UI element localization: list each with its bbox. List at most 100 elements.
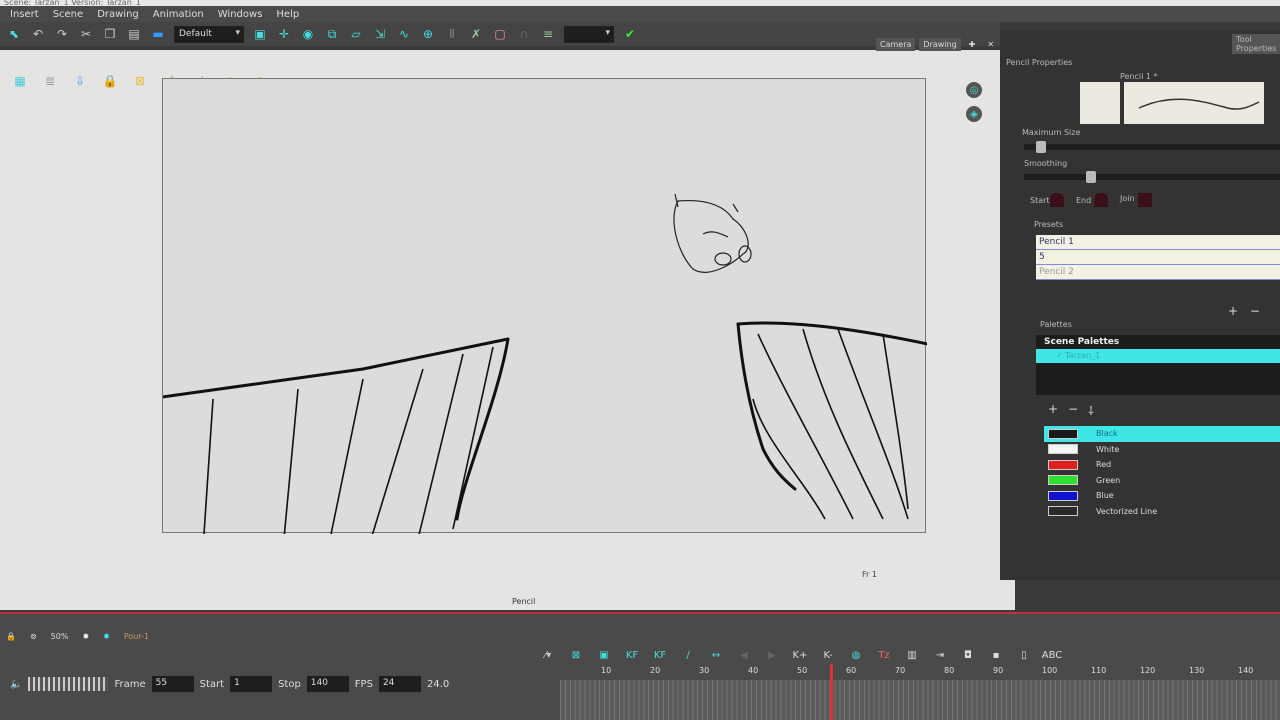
left-cliff-top xyxy=(146,337,510,401)
presets-list: Pencil 1 5 Pencil 2 xyxy=(1036,235,1280,280)
add-palette-icon[interactable]: + xyxy=(1228,304,1238,318)
fps-label: FPS xyxy=(354,678,373,690)
transform-icon[interactable]: ✛ xyxy=(276,27,292,41)
remove-palette-icon[interactable]: − xyxy=(1250,304,1260,318)
right-cliff-top xyxy=(736,321,953,351)
fps-field[interactable]: 24 xyxy=(378,676,421,692)
menu-drawing[interactable]: Drawing xyxy=(97,9,139,20)
stroke-preview xyxy=(1124,82,1264,124)
link-icon[interactable]: ∩ xyxy=(516,27,532,41)
close-view-icon[interactable]: ✕ xyxy=(983,38,998,51)
frame-label: Frame xyxy=(114,678,146,690)
remove-color-icon[interactable]: − xyxy=(1068,402,1078,419)
lock-icon[interactable]: 🔒 xyxy=(102,74,118,88)
timeline-tick-label: 90 xyxy=(993,666,1004,675)
timeline-ruler[interactable]: 10 20 30 40 50 60 70 80 90 100 110 120 130 140 xyxy=(560,640,1280,720)
preset-item[interactable]: Pencil 2 xyxy=(1036,265,1280,280)
paste-icon[interactable]: ▤ xyxy=(126,27,142,41)
menu-insert[interactable]: Insert xyxy=(10,9,39,20)
status-bar: 🔒 ⊚ 50% ✹ ✹ Pour-1 xyxy=(0,628,149,644)
undo-icon[interactable]: ↶ xyxy=(30,27,46,41)
sound-icon[interactable]: 🔈 xyxy=(10,679,22,690)
brush-name: Pencil 1 * xyxy=(1120,72,1158,81)
pivot-icon[interactable]: ⊕ xyxy=(420,27,436,41)
tab-tool-properties[interactable]: Tool Properties xyxy=(1232,34,1280,54)
tab-camera[interactable]: Camera xyxy=(876,38,916,51)
slider-knob[interactable] xyxy=(1036,141,1047,153)
color-item[interactable]: Blue xyxy=(1044,488,1280,504)
tab-drawing[interactable]: Drawing xyxy=(919,38,961,51)
stop-field[interactable]: 140 xyxy=(306,676,349,692)
smoothing-slider[interactable] xyxy=(1024,171,1280,183)
color-swatch xyxy=(1048,459,1078,470)
menu-windows[interactable]: Windows xyxy=(218,9,263,20)
add-color-icon[interactable]: + xyxy=(1048,402,1058,419)
scene-palettes-list: Scene Palettes ✓ Tarzan_1 xyxy=(1036,335,1280,395)
playback-controls: 🔈 Frame 55 Start 1 Stop 140 FPS 24 24.0 xyxy=(0,676,449,692)
menu-help[interactable]: Help xyxy=(276,9,299,20)
reset-view-icon[interactable]: ◎ xyxy=(966,82,982,98)
max-size-slider[interactable] xyxy=(1024,141,1280,153)
add-layer-icon[interactable]: ≡ xyxy=(540,27,556,41)
spline-icon[interactable]: ∿ xyxy=(396,27,412,41)
drawing-canvas[interactable] xyxy=(146,79,953,550)
save-workspace-icon[interactable]: ▣ xyxy=(252,27,268,41)
peg-icon[interactable]: ✗ xyxy=(468,27,484,41)
render-icon[interactable]: ▬ xyxy=(150,27,166,41)
reset-zoom-icon[interactable]: ⊚ xyxy=(30,632,37,641)
timeline-tick-label: 10 xyxy=(601,666,612,675)
join-label: Join xyxy=(1120,194,1135,203)
join-button[interactable] xyxy=(1138,193,1152,207)
color-swatch-icon[interactable]: ✹ xyxy=(82,632,89,641)
menu-animation[interactable]: Animation xyxy=(153,9,204,20)
timeline-tick-label: 30 xyxy=(699,666,710,675)
camera-icon[interactable]: ◈ xyxy=(966,106,982,122)
layer-select[interactable] xyxy=(564,25,614,43)
color-item[interactable]: Vectorized Line xyxy=(1044,504,1280,520)
volume-slider[interactable] xyxy=(28,677,109,691)
color-swatch xyxy=(1048,506,1078,517)
workspace-select[interactable]: Default xyxy=(174,25,244,43)
copy-icon[interactable]: ❐ xyxy=(102,27,118,41)
color-item[interactable]: White xyxy=(1044,442,1280,458)
start-cap-button[interactable] xyxy=(1050,193,1064,207)
grid-icon[interactable]: ▦ xyxy=(12,74,28,88)
color-name: Black xyxy=(1096,429,1118,439)
redo-icon[interactable]: ↷ xyxy=(54,27,70,41)
playhead[interactable] xyxy=(829,664,833,720)
skew-icon[interactable]: ▱ xyxy=(348,27,364,41)
preset-item[interactable]: 5 xyxy=(1036,250,1280,265)
preset-item[interactable]: Pencil 1 xyxy=(1036,235,1280,250)
lock-all-icon[interactable]: ⊠ xyxy=(132,74,148,88)
camera-frame-icon[interactable]: ▢ xyxy=(492,27,508,41)
motion-icon[interactable]: ⇲ xyxy=(372,27,388,41)
menu-scene[interactable]: Scene xyxy=(53,9,84,20)
bone-icon[interactable]: ⫴ xyxy=(444,27,460,41)
left-cliff-edge xyxy=(455,337,510,521)
timeline-tick-label: 140 xyxy=(1238,666,1254,675)
palette-item[interactable]: ✓ Tarzan_1 xyxy=(1036,349,1280,363)
timeline-cells[interactable] xyxy=(560,680,1280,720)
start-label: Start xyxy=(199,678,225,690)
start-field[interactable]: 1 xyxy=(230,676,273,692)
scale-icon[interactable]: ⧉ xyxy=(324,27,340,41)
zoom-level[interactable]: 50% xyxy=(51,632,69,641)
rotate-icon[interactable]: ◉ xyxy=(300,27,316,41)
pointer-icon[interactable]: ⬉ xyxy=(6,27,22,41)
lock-icon[interactable]: 🔒 xyxy=(6,632,16,641)
cut-icon[interactable]: ✂ xyxy=(78,27,94,41)
add-view-icon[interactable]: ✚ xyxy=(965,38,980,51)
light-table-icon[interactable]: ≣ xyxy=(42,74,58,88)
checkmark-icon[interactable]: ✔ xyxy=(622,27,638,41)
color-item[interactable]: Black xyxy=(1044,426,1280,442)
end-cap-button[interactable] xyxy=(1094,193,1108,207)
color-picker-icon[interactable]: ⸸ xyxy=(1088,402,1094,419)
slider-knob[interactable] xyxy=(1085,171,1096,183)
ease-select[interactable]: ⁄▾ xyxy=(540,648,556,662)
import-icon[interactable]: ⇩ xyxy=(72,74,88,88)
color-item[interactable]: Green xyxy=(1044,473,1280,489)
brush-preview[interactable] xyxy=(1080,82,1268,124)
fill-color-icon[interactable]: ✹ xyxy=(103,632,110,641)
frame-field[interactable]: 55 xyxy=(151,676,194,692)
color-item[interactable]: Red xyxy=(1044,457,1280,473)
